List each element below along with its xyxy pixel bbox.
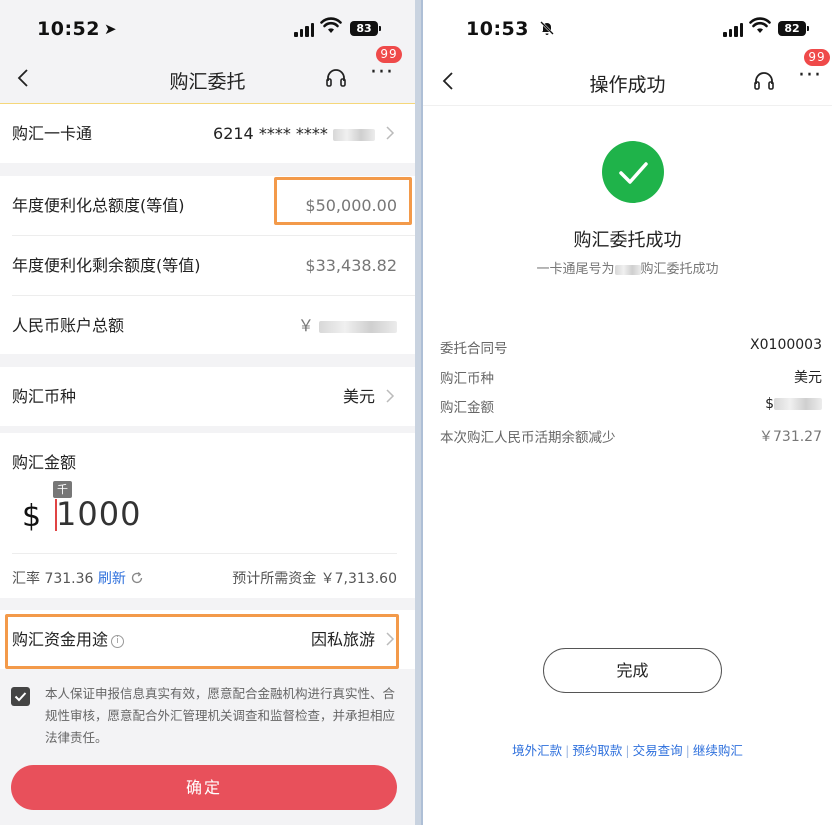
refresh-icon[interactable] [130,571,144,585]
rmb-balance-label: 人民币账户总额 [12,316,125,335]
chevron-right-icon [386,389,395,403]
divider [12,553,397,554]
rmb-balance-row: 人民币账户总额 ￥ [0,296,415,355]
status-bar: 10:52 ➤ 83 [0,0,415,56]
card-section: 购汇一卡通 6214 **** **** [0,103,415,163]
refresh-rate-link[interactable]: 刷新 [98,571,126,587]
detail-row-amount: 购汇金额 $ [440,396,822,422]
success-title: 购汇委托成功 [573,230,682,251]
agreement-text: 本人保证申报信息真实有效，愿意配合金融机构进行真实性、合规性审核，愿意配合外汇管… [45,686,396,745]
detail-value: ￥731.27 [759,429,822,445]
detail-row-rmb-reduction: 本次购汇人民币活期余额减少 ￥731.27 [440,426,822,452]
highlight-box-total-limit [274,177,412,225]
battery-icon: 83 [350,21,381,36]
done-button[interactable]: 完成 [543,648,722,693]
notification-badge: 99 [804,49,830,66]
currency-label: 购汇币种 [12,387,77,406]
link-separator: | [685,743,690,758]
headset-icon[interactable] [751,69,777,95]
currency-symbol: $ [22,499,42,534]
agreement-checkbox[interactable] [11,687,30,706]
card-label: 购汇一卡通 [12,124,93,143]
exchange-rate: 汇率 731.36 刷新 [12,568,144,588]
status-time: 10:52 ➤ [37,18,118,40]
detail-value: 美元 [794,370,822,386]
highlight-box-purpose [5,614,399,669]
more-menu-button[interactable]: ··· 99 [798,49,830,88]
link-separator: | [565,743,570,758]
wifi-icon [320,17,342,33]
currency-value: 美元 [342,387,375,406]
amount-input[interactable]: 1000 [56,495,141,533]
currency-row[interactable]: 购汇币种 美元 [0,367,415,426]
rmb-balance-value: ￥ [298,296,397,355]
card-row[interactable]: 购汇一卡通 6214 **** **** [0,104,415,163]
headset-icon[interactable] [323,66,349,92]
check-icon [14,692,27,702]
status-bar: 10:53 82 [423,0,832,56]
battery-icon: 82 [778,21,809,36]
estimated-funds: 预计所需资金 ￥7,313.60 [232,571,397,587]
link-separator: | [625,743,630,758]
input-caret [55,499,57,531]
right-screen: 10:53 82 操作成功 ··· 99 购汇委托成功 一卡通尾号为 购汇委托成… [421,0,832,825]
detail-row-currency: 购汇币种 美元 [440,367,822,393]
detail-label: 本次购汇人民币活期余额减少 [440,430,616,446]
detail-value: $ [765,396,822,412]
cellular-signal-icon [723,23,743,37]
link-overseas-remittance[interactable]: 境外汇款 [512,743,562,758]
status-time: 10:53 [466,18,555,40]
remaining-limit-row: 年度便利化剩余额度(等值) $33,438.82 [0,236,415,295]
detail-label: 委托合同号 [440,341,508,357]
detail-label: 购汇金额 [440,400,494,416]
masked-balance [319,320,397,333]
nav-bar: 购汇委托 ··· 99 [0,46,415,102]
amount-section: 购汇金额 千 $ 1000 汇率 731.36 刷新 预计所需资金 ￥7,313… [0,433,415,598]
more-menu-button[interactable]: ··· 99 [370,46,402,85]
total-limit-label: 年度便利化总额度(等值) [12,196,185,215]
link-scheduled-withdrawal[interactable]: 预约取款 [572,743,622,758]
detail-row-contract: 委托合同号 X0100003 [440,337,822,363]
chevron-right-icon [386,126,395,140]
masked-card-tail [614,264,641,275]
nav-divider [423,105,832,106]
success-check-icon [602,141,664,203]
location-arrow-icon: ➤ [103,20,118,38]
mute-bell-icon [540,21,554,35]
masked-amount [774,398,822,410]
left-screen: 10:52 ➤ 83 购汇委托 ··· 99 购汇一卡通 6214 **** **… [0,0,415,825]
cellular-signal-icon [294,23,314,37]
detail-label: 购汇币种 [440,371,494,387]
quick-links: 境外汇款 | 预约取款 | 交易查询 | 继续购汇 [423,740,832,759]
notification-badge: 99 [376,46,402,63]
card-number: 6214 **** **** [213,104,375,163]
detail-value: X0100003 [750,337,822,353]
currency-section: 购汇币种 美元 [0,367,415,426]
masked-digits [333,128,375,141]
page-title: 购汇委托 [169,71,246,93]
remaining-limit-value: $33,438.82 [305,256,397,275]
success-subtitle: 一卡通尾号为 购汇委托成功 [536,262,719,277]
link-continue-purchase[interactable]: 继续购汇 [693,743,743,758]
confirm-button[interactable]: 确定 [11,765,397,810]
remaining-limit-label: 年度便利化剩余额度(等值) [12,256,201,275]
link-transaction-query[interactable]: 交易查询 [633,743,683,758]
wifi-icon [749,17,771,33]
amount-label: 购汇金额 [12,453,77,472]
nav-bar: 操作成功 ··· 99 [423,49,832,105]
